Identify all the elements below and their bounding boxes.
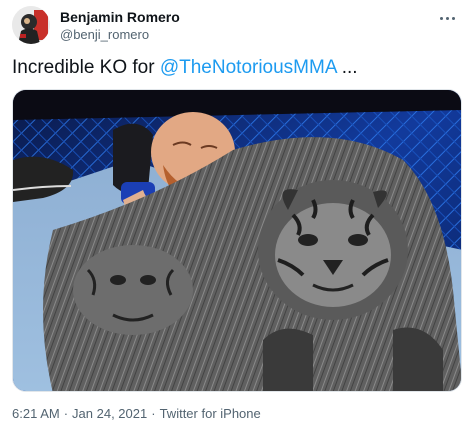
photo-image: [13, 90, 461, 391]
user-names: Benjamin Romero @benji_romero: [60, 9, 180, 43]
avatar-image: [12, 6, 50, 44]
avatar[interactable]: [12, 6, 50, 44]
tweet-meta: 6:21 AM · Jan 24, 2021 · Twitter for iPhone: [12, 405, 261, 423]
meta-separator-2: ·: [151, 406, 156, 421]
tweet-photo[interactable]: [12, 89, 462, 392]
meta-separator: ·: [63, 406, 69, 421]
tweet-source[interactable]: Twitter for iPhone: [160, 406, 261, 421]
more-options-icon[interactable]: [436, 10, 458, 26]
mention-link[interactable]: @TheNotoriousMMA: [160, 57, 337, 78]
tweet-time[interactable]: 6:21 AM: [12, 406, 60, 421]
tweet-text: Incredible KO for @TheNotoriousMMA ...: [12, 55, 358, 81]
display-name[interactable]: Benjamin Romero: [60, 9, 180, 26]
tweet-text-end: ...: [336, 57, 358, 78]
tweet-date[interactable]: Jan 24, 2021: [72, 406, 147, 421]
user-handle[interactable]: @benji_romero: [60, 26, 180, 43]
tweet-text-start: Incredible KO for: [12, 57, 160, 78]
tweet-header: Benjamin Romero @benji_romero: [12, 6, 462, 46]
